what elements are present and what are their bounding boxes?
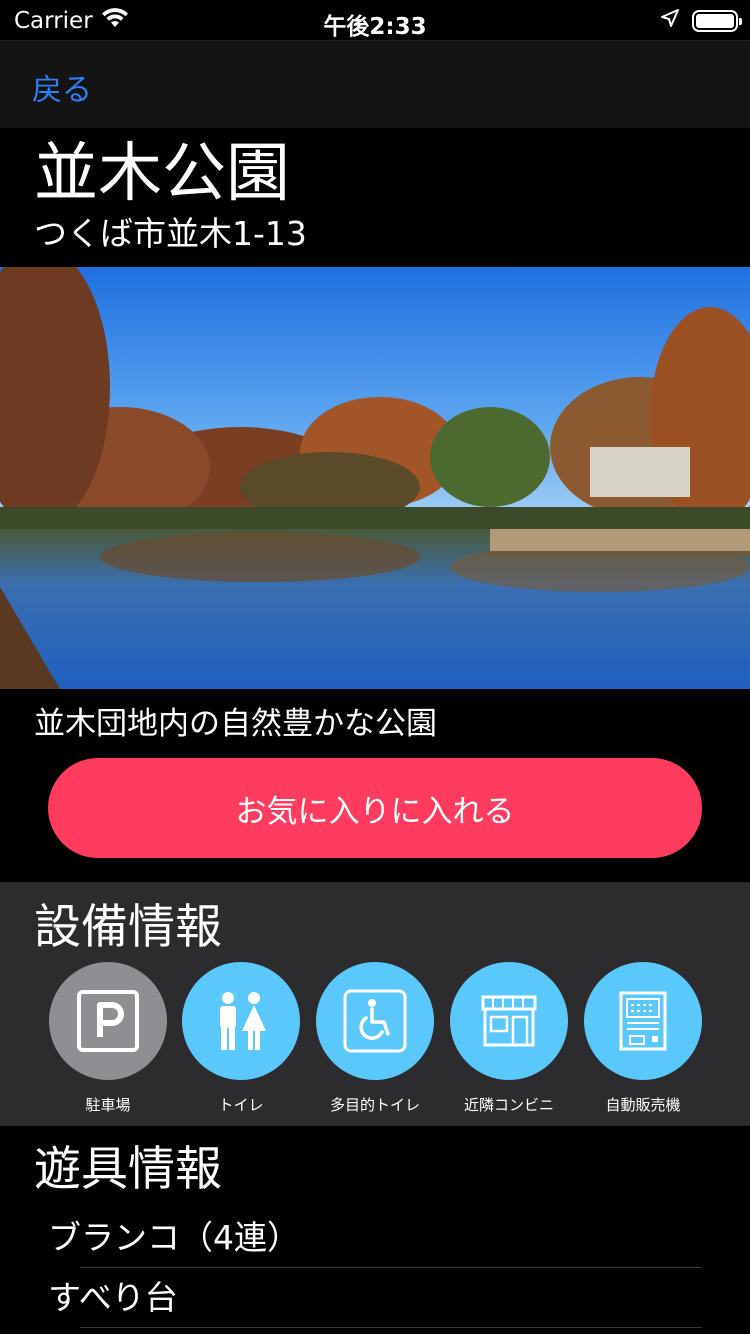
facilities-section: 設備情報 駐車場 トイレ 多目的トイレ 近隣コンビニ 自動販売機 [0,882,750,1126]
equipment-title: 遊具情報 [34,1142,222,1197]
park-address: つくば市並木1-13 [34,214,307,253]
park-title: 並木公園 [34,137,290,211]
park-photo [0,267,750,689]
facility-parking[interactable]: 駐車場 [41,962,175,1115]
navigation-bar: 戻る [0,40,750,128]
vending-machine-icon [584,962,702,1080]
facility-label: 多目的トイレ [329,1096,420,1114]
back-button[interactable]: 戻る [32,65,92,109]
status-time: 午後2:33 [323,14,427,40]
accessible-restroom-icon [316,962,434,1080]
facility-label: 自動販売機 [605,1096,681,1114]
equipment-item[interactable]: すべり台 [48,1276,702,1320]
convenience-store-icon [450,962,568,1080]
facilities-title: 設備情報 [34,900,222,955]
equipment-item[interactable]: ブランコ（4連） [48,1216,702,1260]
facility-accessible-restroom[interactable]: 多目的トイレ [308,962,442,1115]
parking-icon [49,962,167,1080]
status-bar: Carrier 午後2:33 [0,0,750,40]
park-description: 並木団地内の自然豊かな公園 [34,706,437,742]
restroom-icon [182,962,300,1080]
status-right [660,8,742,34]
battery-icon [692,10,742,32]
facility-restroom[interactable]: トイレ [174,962,308,1115]
list-divider [80,1327,702,1328]
facility-label: 駐車場 [85,1096,131,1114]
facility-label: 近隣コンビニ [463,1096,554,1114]
list-divider [80,1267,702,1268]
add-to-favorites-button[interactable]: お気に入りに入れる [48,758,702,858]
location-arrow-icon [660,8,680,34]
facility-convenience-store[interactable]: 近隣コンビニ [442,962,576,1115]
facility-label: トイレ [218,1096,264,1114]
facility-vending-machine[interactable]: 自動販売機 [576,962,710,1115]
